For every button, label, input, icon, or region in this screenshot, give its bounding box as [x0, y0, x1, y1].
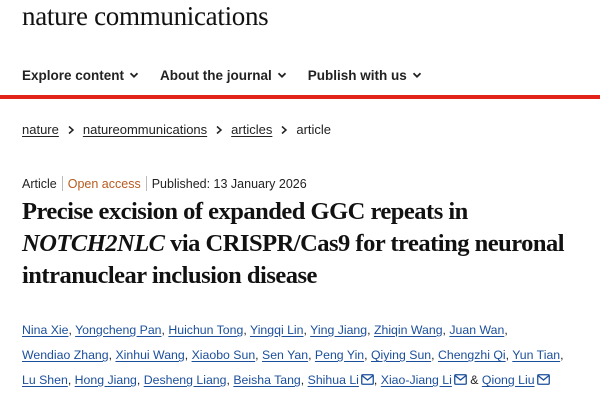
nav-accent-bar: [0, 95, 600, 99]
author-link[interactable]: Juan Wan: [449, 323, 504, 337]
breadcrumb-articles[interactable]: articles: [231, 122, 272, 137]
published-date: Published: 13 January 2026: [151, 176, 307, 191]
nav-publish-with-us[interactable]: Publish with us: [308, 68, 422, 83]
breadcrumb-nature[interactable]: nature: [22, 122, 59, 137]
chevron-right-icon: [280, 125, 288, 135]
author-conjunction: &: [470, 373, 479, 387]
meta-divider: [145, 176, 147, 191]
meta-divider: [61, 176, 63, 191]
author-link[interactable]: Yongcheng Pan: [75, 323, 161, 337]
title-text: Precise excision of expanded GGC repeats…: [22, 198, 468, 225]
chevron-right-icon: [215, 125, 223, 135]
author-link[interactable]: Wendiao Zhang: [22, 348, 109, 362]
chevron-down-icon: [412, 70, 422, 80]
author-link[interactable]: Peng Yin: [315, 348, 364, 362]
author-link[interactable]: Huichun Tong: [168, 323, 243, 337]
email-icon[interactable]: [536, 374, 550, 385]
email-icon[interactable]: [453, 374, 467, 385]
author-link[interactable]: Beisha Tang: [233, 373, 300, 387]
author-link[interactable]: Lu Shen: [22, 373, 68, 387]
nav-about-journal[interactable]: About the journal: [160, 68, 287, 83]
article-type: Article: [22, 176, 57, 191]
author-list: Nina Xie, Yongcheng Pan, Huichun Tong, Y…: [22, 323, 564, 387]
breadcrumb: nature natureommunications articles arti…: [22, 122, 331, 137]
article-title: Precise excision of expanded GGC repeats…: [22, 196, 592, 292]
author-link[interactable]: Qiying Sun: [371, 348, 431, 362]
open-access-label[interactable]: Open access: [68, 177, 141, 191]
breadcrumb-current: article: [296, 122, 332, 137]
author-link[interactable]: Qiong Liu: [482, 373, 535, 387]
author-link[interactable]: Sen Yan: [262, 348, 308, 362]
author-link[interactable]: Nina Xie: [22, 323, 68, 337]
breadcrumb-nature-communications[interactable]: natureommunications: [83, 122, 207, 137]
chevron-down-icon: [129, 70, 139, 80]
author-link[interactable]: Xiao-Jiang Li: [381, 373, 452, 387]
chevron-down-icon: [277, 70, 287, 80]
author-link[interactable]: Chengzhi Qi: [438, 348, 506, 362]
author-link[interactable]: Yingqi Lin: [250, 323, 304, 337]
author-link[interactable]: Hong Jiang: [75, 373, 137, 387]
author-link[interactable]: Ying Jiang: [310, 323, 367, 337]
nav-item-label: About the journal: [160, 67, 272, 83]
author-link[interactable]: Desheng Liang: [144, 373, 227, 387]
author-link[interactable]: Shihua Li: [308, 373, 359, 387]
journal-logo[interactable]: nature communications: [22, 0, 269, 32]
main-nav: Explore content About the journal Publis…: [0, 56, 600, 94]
author-link[interactable]: Yun Tian: [512, 348, 560, 362]
author-link[interactable]: Xinhui Wang: [115, 348, 184, 362]
nav-explore-content[interactable]: Explore content: [22, 68, 139, 83]
author-link[interactable]: Zhiqin Wang: [374, 323, 443, 337]
nav-item-label: Explore content: [22, 67, 125, 83]
chevron-right-icon: [67, 125, 75, 135]
email-icon[interactable]: [361, 374, 374, 385]
article-meta: Article Open access Published: 13 Januar…: [22, 176, 307, 191]
title-gene: NOTCH2NLC: [22, 230, 165, 257]
author-link[interactable]: Xiaobo Sun: [192, 348, 256, 362]
nav-item-label: Publish with us: [307, 67, 407, 83]
